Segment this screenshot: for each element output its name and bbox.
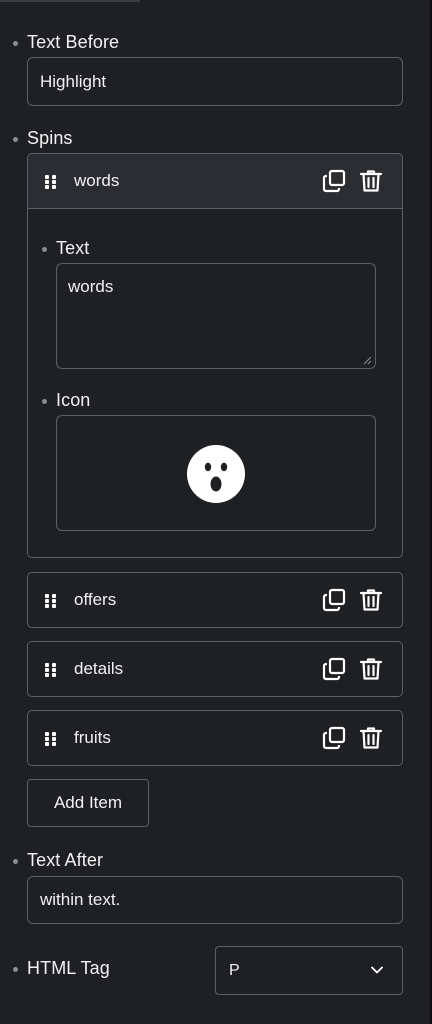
- add-item-button[interactable]: Add Item: [27, 779, 149, 827]
- drag-handle-icon[interactable]: [45, 594, 57, 608]
- copy-icon[interactable]: [321, 725, 347, 751]
- copy-icon[interactable]: [321, 656, 347, 682]
- html-tag-selected-value: P: [229, 961, 240, 979]
- icon-field-label: Icon: [56, 390, 91, 410]
- text-after-label: Text After: [27, 850, 104, 870]
- bullet-dot: [13, 967, 18, 972]
- repeater-item-title: words: [74, 171, 120, 190]
- copy-icon[interactable]: [321, 587, 347, 613]
- html-tag-label: HTML Tag: [27, 958, 110, 978]
- bullet-dot: [13, 859, 18, 864]
- spins-label: Spins: [27, 128, 73, 148]
- text-field-label: Text: [56, 238, 90, 258]
- resize-handle-icon[interactable]: [363, 356, 372, 365]
- drag-handle-icon[interactable]: [45, 732, 57, 746]
- copy-icon[interactable]: [321, 168, 347, 194]
- trash-icon[interactable]: [358, 656, 384, 682]
- drag-handle-icon[interactable]: [45, 663, 57, 677]
- bullet-dot: [42, 399, 47, 404]
- repeater-item-header-fruits[interactable]: fruits: [27, 710, 403, 766]
- repeater-item-header-words[interactable]: words: [27, 153, 403, 209]
- bullet-dot: [13, 41, 18, 46]
- html-tag-select[interactable]: P: [215, 946, 403, 995]
- repeater-item-title: details: [74, 659, 124, 678]
- text-textarea[interactable]: words: [56, 263, 376, 369]
- trash-icon[interactable]: [358, 587, 384, 613]
- drag-handle-icon[interactable]: [45, 175, 57, 189]
- repeater-item-header-details[interactable]: details: [27, 641, 403, 697]
- repeater-item-title: offers: [74, 590, 117, 609]
- text-before-label: Text Before: [27, 32, 120, 52]
- repeater-item-body-words: Text words Icon: [27, 209, 403, 558]
- trash-icon[interactable]: [358, 725, 384, 751]
- bullet-dot: [42, 247, 47, 252]
- chevron-down-icon: [371, 966, 383, 974]
- text-before-input[interactable]: Highlight: [27, 57, 403, 106]
- text-after-input[interactable]: within text.: [27, 876, 403, 924]
- settings-panel: Text Before Highlight Spins words Text w…: [0, 0, 432, 1024]
- icon-picker[interactable]: [56, 415, 376, 531]
- bullet-dot: [13, 137, 18, 142]
- repeater-item-title: fruits: [74, 728, 111, 747]
- surprised-face-icon: [187, 445, 245, 503]
- top-edge-line: [0, 0, 140, 2]
- repeater-item-header-offers[interactable]: offers: [27, 572, 403, 628]
- trash-icon[interactable]: [358, 168, 384, 194]
- text-textarea-value: words: [68, 277, 114, 296]
